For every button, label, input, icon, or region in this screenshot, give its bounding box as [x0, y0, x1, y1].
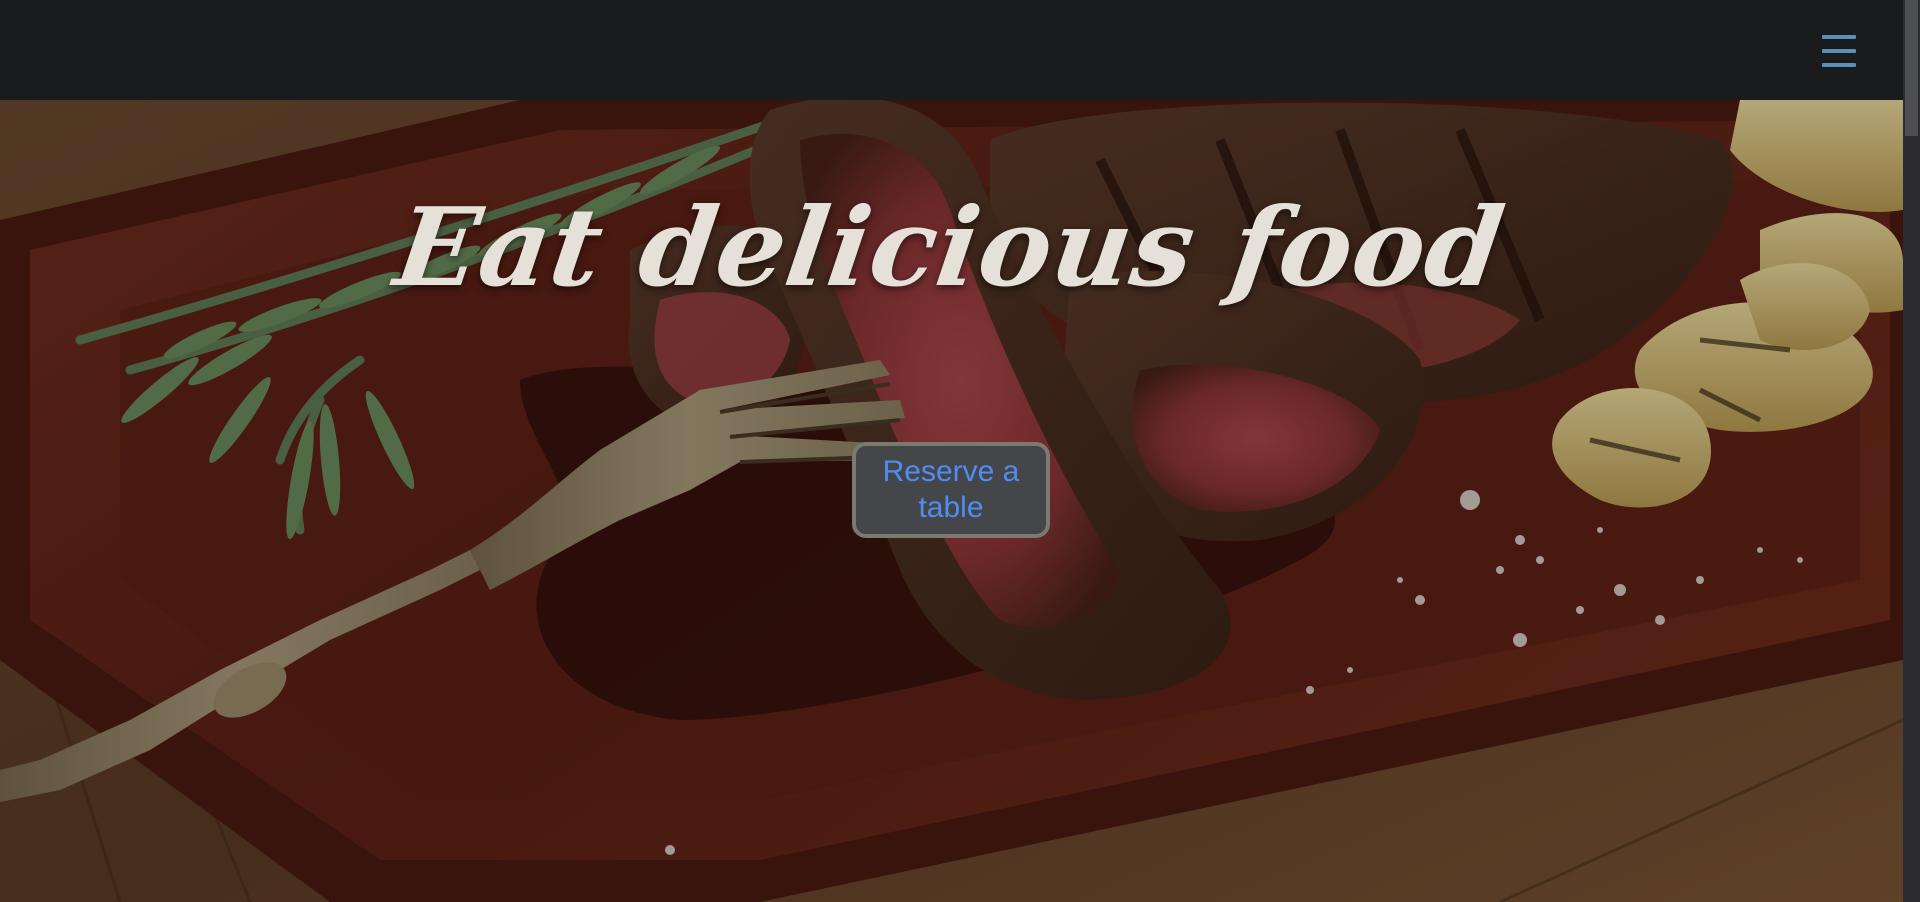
top-navbar [0, 0, 1903, 100]
hero-title: Eat delicious food [387, 185, 1512, 311]
scrollbar-thumb[interactable] [1905, 0, 1918, 136]
hero-section: Eat delicious food Reserve a table [0, 100, 1903, 902]
menu-bar-bottom [1822, 63, 1856, 67]
menu-bar-middle [1822, 49, 1856, 53]
reserve-table-button[interactable]: Reserve a table [852, 442, 1050, 538]
vertical-scrollbar[interactable] [1903, 0, 1920, 902]
menu-bar-top [1822, 35, 1856, 39]
page: Eat delicious food Reserve a table [0, 0, 1920, 902]
hamburger-menu-icon[interactable] [1821, 35, 1857, 67]
